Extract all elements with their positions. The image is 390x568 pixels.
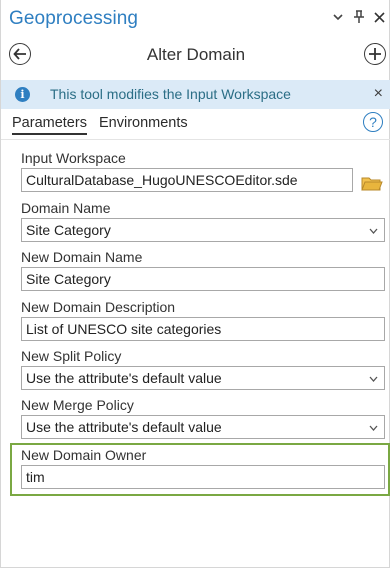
info-banner-text: This tool modifies the Input Workspace — [50, 86, 291, 102]
tool-title: Alter Domain — [146, 45, 246, 64]
pin-icon[interactable] — [350, 7, 368, 27]
new-domain-name-value: Site Category — [26, 271, 111, 287]
add-button[interactable] — [364, 43, 386, 65]
new-domain-description-input[interactable]: List of UNESCO site categories — [21, 317, 385, 341]
domain-name-label: Domain Name — [21, 200, 111, 216]
input-workspace-label: Input Workspace — [21, 150, 126, 166]
plus-icon — [368, 47, 382, 61]
close-banner-icon[interactable]: × — [374, 85, 383, 103]
param-new-merge-policy: New Merge Policy Use the attribute's def… — [21, 397, 385, 439]
tab-parameters[interactable]: Parameters — [12, 115, 87, 135]
new-domain-name-label: New Domain Name — [21, 249, 143, 265]
pane-options-icon[interactable] — [329, 7, 347, 27]
geoprocessing-pane: Geoprocessing Alter Domain i This tool m… — [0, 0, 390, 568]
new-split-policy-select[interactable]: Use the attribute's default value — [21, 366, 385, 390]
param-input-workspace: Input Workspace CulturalDatabase_HugoUNE… — [21, 150, 385, 192]
param-domain-name: Domain Name Site Category — [21, 200, 385, 242]
tab-bar: Parameters Environments ? — [1, 112, 390, 138]
chevron-down-icon — [369, 223, 378, 240]
domain-name-select[interactable]: Site Category — [21, 218, 385, 242]
new-split-policy-value: Use the attribute's default value — [26, 370, 222, 386]
new-merge-policy-label: New Merge Policy — [21, 397, 134, 413]
info-icon: i — [15, 87, 30, 102]
param-new-split-policy: New Split Policy Use the attribute's def… — [21, 348, 385, 390]
tool-header: Alter Domain — [1, 38, 390, 72]
param-new-domain-name: New Domain Name Site Category — [21, 249, 385, 291]
folder-icon — [361, 177, 383, 196]
new-split-policy-label: New Split Policy — [21, 348, 122, 364]
pane-title: Geoprocessing — [9, 8, 139, 29]
input-workspace-value: CulturalDatabase_HugoUNESCOEditor.sde — [26, 172, 298, 188]
input-workspace-field[interactable]: CulturalDatabase_HugoUNESCOEditor.sde — [21, 168, 353, 192]
domain-name-value: Site Category — [26, 222, 111, 238]
close-pane-icon[interactable] — [370, 7, 388, 27]
tab-environments[interactable]: Environments — [99, 115, 188, 131]
new-domain-name-input[interactable]: Site Category — [21, 267, 385, 291]
help-icon[interactable]: ? — [363, 112, 383, 132]
new-merge-policy-value: Use the attribute's default value — [26, 419, 222, 435]
param-new-domain-description: New Domain Description List of UNESCO si… — [21, 299, 385, 341]
new-domain-owner-label: New Domain Owner — [21, 447, 147, 463]
tab-divider — [1, 139, 390, 140]
new-domain-description-value: List of UNESCO site categories — [26, 321, 222, 337]
new-merge-policy-select[interactable]: Use the attribute's default value — [21, 415, 385, 439]
param-new-domain-owner: New Domain Owner tim — [21, 447, 385, 489]
browse-folder-button[interactable] — [361, 174, 385, 194]
pane-header: Geoprocessing — [1, 0, 390, 38]
chevron-down-icon — [369, 371, 378, 388]
new-domain-owner-input[interactable]: tim — [21, 465, 385, 489]
chevron-down-icon — [369, 420, 378, 437]
new-domain-description-label: New Domain Description — [21, 299, 176, 315]
new-domain-owner-value: tim — [26, 469, 45, 485]
info-banner: i This tool modifies the Input Workspace… — [1, 80, 390, 109]
